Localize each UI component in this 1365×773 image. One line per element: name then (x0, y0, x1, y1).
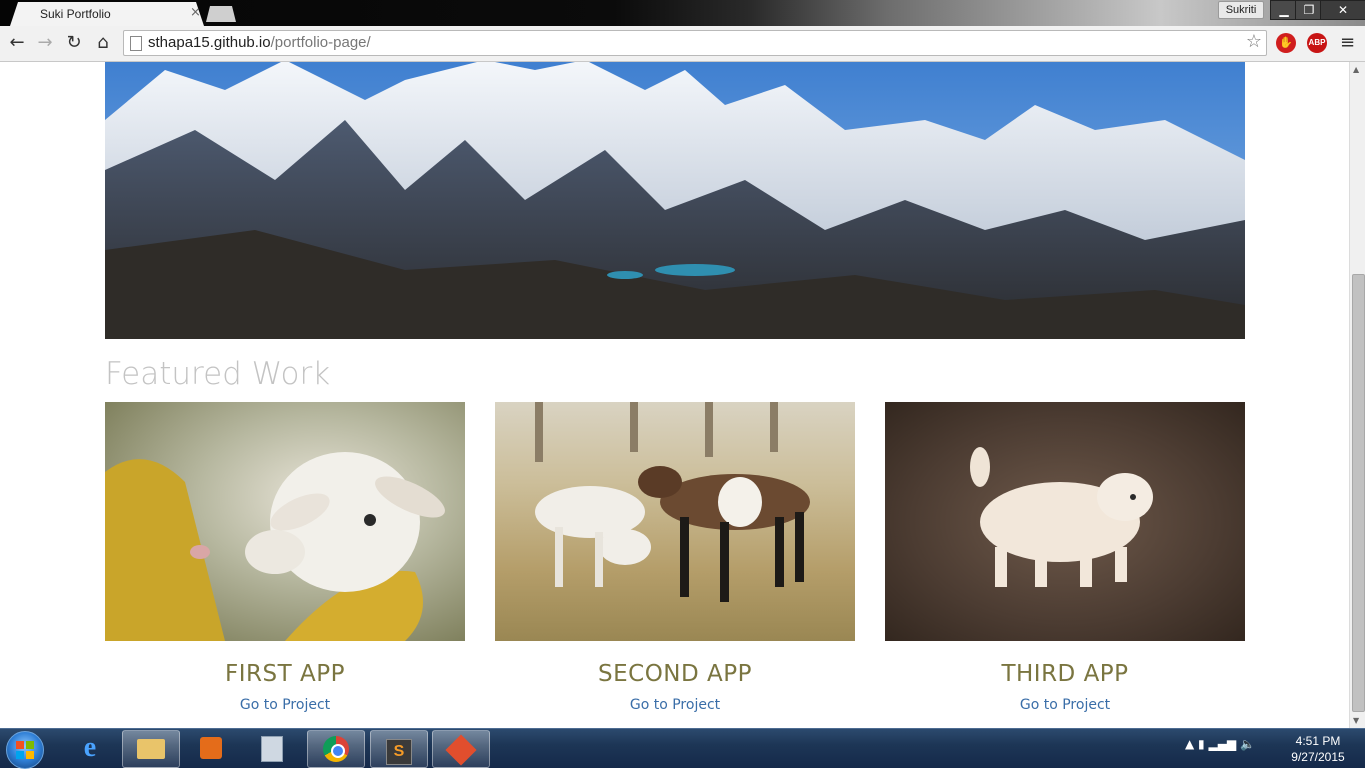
file-explorer-icon[interactable] (122, 730, 180, 768)
clock-date: 9/27/2015 (1291, 750, 1345, 764)
new-tab-button[interactable] (206, 6, 236, 22)
git-icon[interactable] (432, 730, 490, 768)
browser-toolbar: ← → ↻ ⌂ sthapa15.github.io/portfolio-pag… (0, 26, 1365, 62)
system-tray-icons[interactable]: ▲ ▮ ▂▄▆ 🔈 (1185, 737, 1255, 751)
windows-logo-icon (16, 741, 34, 759)
goats-photo[interactable] (495, 402, 855, 641)
go-to-project-link[interactable]: Go to Project (885, 697, 1245, 713)
clock-time: 4:51 PM (1295, 734, 1341, 748)
home-icon[interactable]: ⌂ (92, 32, 114, 54)
windows-taskbar: e S ▲ ▮ ▂▄▆ 🔈 4:51 PM 9/27/2015 (0, 728, 1365, 769)
tab-title: Suki Portfolio (40, 7, 111, 21)
scroll-thumb[interactable] (1352, 274, 1365, 712)
go-to-project-link[interactable]: Go to Project (495, 697, 855, 713)
scroll-down-arrow-icon[interactable]: ▼ (1353, 716, 1359, 725)
project-title: SECOND APP (598, 661, 752, 687)
chrome-icon[interactable] (307, 730, 365, 768)
project-title: FIRST APP (225, 661, 345, 687)
lamb-photo[interactable] (105, 402, 465, 641)
maximize-button[interactable]: ❐ (1295, 0, 1323, 20)
tab-close-icon[interactable]: × (190, 5, 201, 20)
project-card: FIRST APP Go to Project (105, 402, 465, 713)
scroll-up-arrow-icon[interactable]: ▲ (1353, 65, 1359, 74)
project-title: THIRD APP (1001, 661, 1129, 687)
profile-button[interactable]: Sukriti (1218, 1, 1264, 19)
mountain-illustration (105, 62, 1245, 339)
minimize-button[interactable]: ▁ (1270, 0, 1298, 20)
internet-explorer-icon[interactable]: e (62, 730, 118, 766)
url-host: sthapa15.github.io (148, 34, 271, 51)
forward-arrow-icon[interactable]: → (34, 32, 56, 54)
sublime-text-icon[interactable]: S (370, 730, 428, 768)
go-to-project-link[interactable]: Go to Project (105, 697, 465, 713)
project-card: SECOND APP Go to Project (495, 402, 855, 713)
url-text[interactable]: sthapa15.github.io/portfolio-page/ (148, 34, 371, 51)
hero-mountain-image (105, 62, 1245, 339)
reload-icon[interactable]: ↻ (63, 32, 85, 54)
stop-extension-icon[interactable]: ✋ (1276, 33, 1296, 53)
page-viewport: Featured Work FIRST APP Go to Project SE… (0, 62, 1349, 728)
project-card: THIRD APP Go to Project (885, 402, 1245, 713)
browser-titlebar: Suki Portfolio × Sukriti ▁ ❐ ✕ (0, 0, 1365, 26)
start-button[interactable] (6, 731, 44, 769)
close-window-button[interactable]: ✕ (1320, 0, 1365, 20)
bookmark-star-icon[interactable]: ☆ (1246, 31, 1262, 52)
section-title-featured-work: Featured Work (105, 356, 331, 392)
page-icon (130, 36, 142, 51)
calculator-icon[interactable] (244, 730, 300, 766)
url-path: /portfolio-page/ (270, 34, 371, 51)
baby-goat-photo[interactable] (885, 402, 1245, 641)
chrome-menu-icon[interactable]: ≡ (1340, 32, 1355, 53)
tab-suki-portfolio[interactable]: Suki Portfolio × (10, 2, 204, 26)
vertical-scrollbar[interactable]: ▲ ▼ (1349, 62, 1365, 728)
adblock-plus-icon[interactable]: ABP (1307, 33, 1327, 53)
system-clock[interactable]: 4:51 PM 9/27/2015 (1280, 733, 1356, 765)
back-arrow-icon[interactable]: ← (6, 32, 28, 54)
media-player-icon[interactable] (183, 730, 239, 766)
address-bar[interactable]: sthapa15.github.io/portfolio-page/ ☆ (123, 30, 1267, 56)
